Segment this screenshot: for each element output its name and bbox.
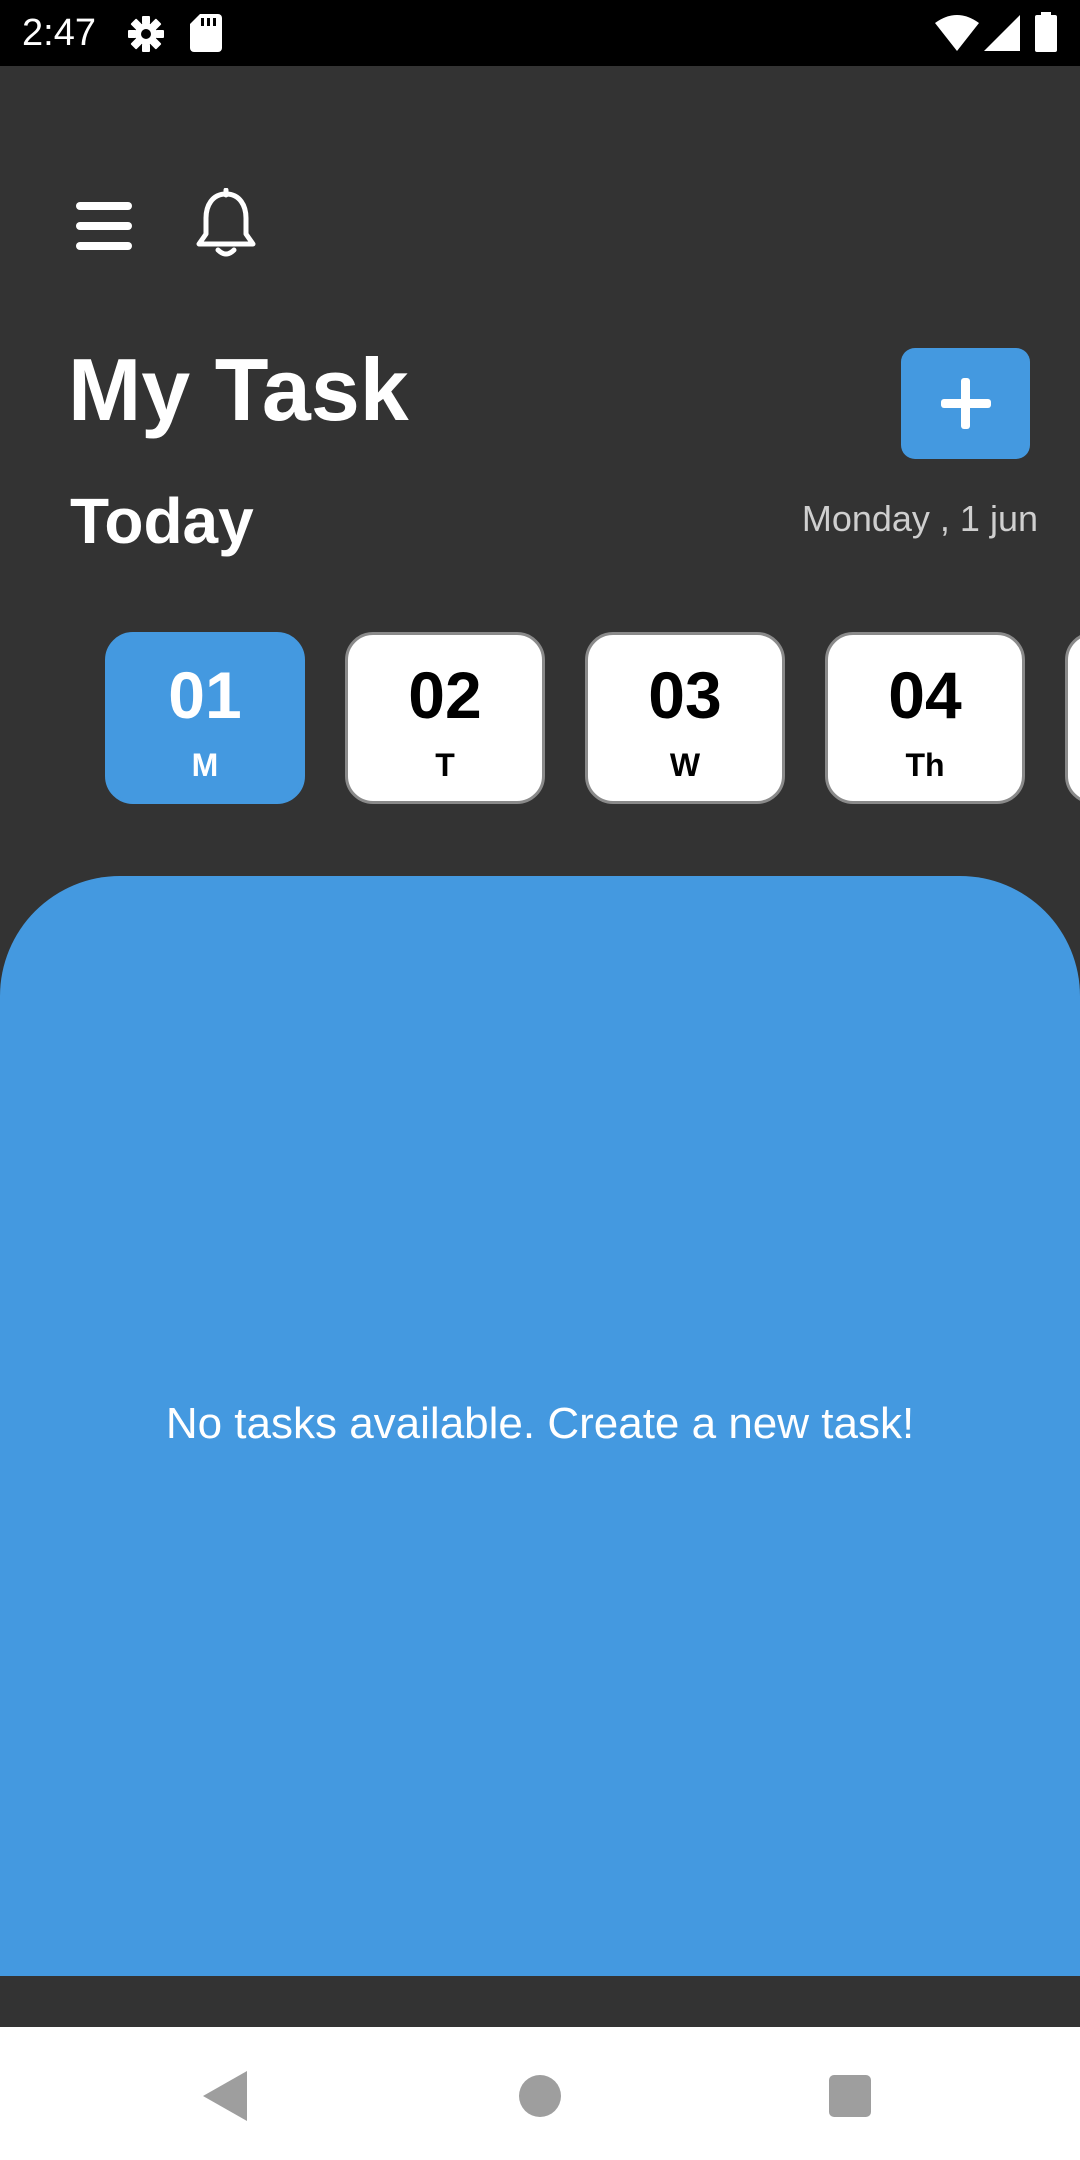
back-icon[interactable] [203,2071,247,2121]
day-letter: T [435,747,455,783]
day-number: 02 [408,658,482,732]
today-label: Today [70,485,254,557]
day-card-01[interactable]: 01 M [105,632,305,804]
status-bar: 2:47 [0,0,1080,66]
navigation-bar [0,2027,1080,2160]
bell-icon[interactable] [194,188,258,260]
day-number: 01 [168,658,242,732]
add-task-button[interactable] [901,348,1030,459]
sd-card-icon [190,14,222,52]
date-label: Monday , 1 jun [801,498,1038,539]
day-number: 04 [888,658,962,732]
day-number: 03 [648,658,722,732]
task-panel: No tasks available. Create a new task! [0,876,1080,1976]
page-title: My Task [68,340,409,439]
screen: 2:47 My Task Today Monday , 1 jun 01 M 0… [0,0,1080,2160]
gear-icon [128,16,164,52]
battery-icon [1035,12,1057,52]
home-icon[interactable] [519,2075,561,2117]
recents-icon[interactable] [829,2075,871,2117]
day-card-05[interactable] [1065,632,1080,804]
empty-tasks-message: No tasks available. Create a new task! [165,1399,915,1448]
day-card-03[interactable]: 03 W [585,632,785,804]
day-letter: Th [905,747,945,783]
day-letter: M [191,747,219,783]
day-card-04[interactable]: 04 Th [825,632,1025,804]
menu-icon[interactable] [72,196,136,256]
status-time: 2:47 [22,12,96,54]
day-card-02[interactable]: 02 T [345,632,545,804]
day-letter: W [669,747,701,783]
wifi-icon [935,15,979,51]
cell-signal-icon [984,15,1020,51]
day-selector: 01 M 02 T 03 W 04 Th [0,630,1080,806]
